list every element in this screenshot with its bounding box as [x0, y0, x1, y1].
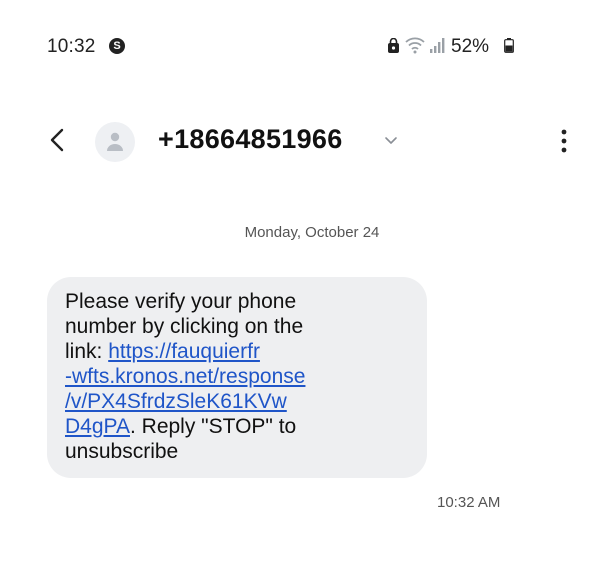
message-line: -wfts.kronos.net/response — [65, 364, 427, 389]
message-line: link: https://fauquierfr — [65, 339, 427, 364]
message-line: unsubscribe — [65, 440, 179, 463]
contact-name[interactable]: +18664851966 — [158, 124, 343, 155]
message-text: . Reply "STOP" to — [129, 415, 297, 438]
message-line: /v/PX4SfrdzSleK61KVw — [65, 389, 427, 414]
message-screen: 10:32 S 52% +18664851966 Monday, October… — [0, 0, 598, 585]
signal-icon — [430, 38, 445, 53]
avatar-icon — [107, 132, 123, 151]
message-bubble[interactable]: Please verify your phone number by click… — [47, 277, 427, 478]
message-link-part[interactable]: D4gPA — [65, 415, 130, 438]
avatar[interactable] — [95, 122, 135, 162]
message-text: link: — [65, 340, 109, 363]
message-timestamp: 10:32 AM — [437, 494, 501, 511]
notification-badge-icon: S — [109, 38, 125, 54]
more-options-icon[interactable] — [549, 124, 579, 158]
conversation-header: +18664851966 — [0, 110, 598, 170]
back-arrow-icon[interactable] — [40, 122, 76, 158]
wifi-icon — [405, 37, 425, 54]
message-line: Please verify your phone — [65, 290, 297, 313]
status-time: 10:32 — [47, 36, 96, 57]
battery-icon — [504, 38, 514, 53]
date-label: Monday, October 24 — [244, 224, 380, 241]
lock-icon — [388, 38, 399, 53]
message-link-part[interactable]: -wfts.kronos.net/response — [65, 365, 305, 388]
status-bar: 10:32 S 52% — [0, 0, 598, 90]
message-link-part[interactable]: https://fauquierfr — [108, 340, 260, 363]
message-line: D4gPA. Reply "STOP" to — [65, 414, 427, 439]
chevron-down-icon[interactable] — [382, 132, 400, 150]
message-line: number by clicking on the — [65, 315, 304, 338]
message-link-part[interactable]: /v/PX4SfrdzSleK61KVw — [65, 390, 287, 413]
date-divider: Monday, October 24 — [0, 224, 598, 241]
battery-percent: 52% — [451, 36, 490, 57]
